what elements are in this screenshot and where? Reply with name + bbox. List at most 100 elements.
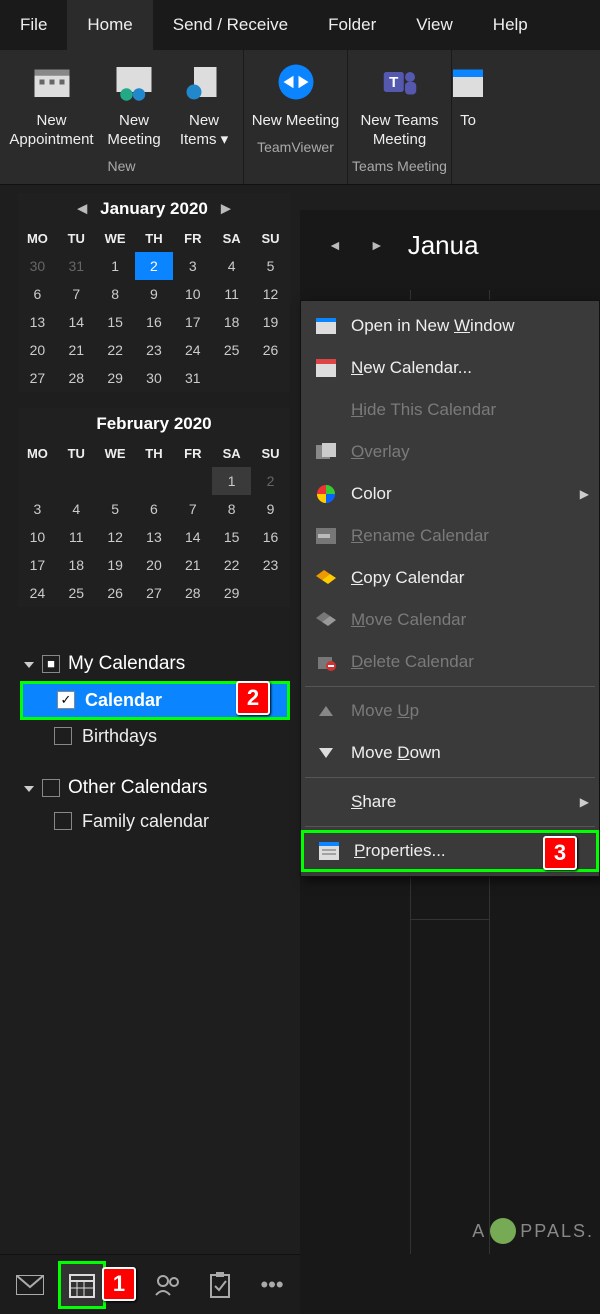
day-cell[interactable]: 13	[18, 308, 57, 336]
nav-more-button[interactable]: •••	[248, 1261, 296, 1309]
ctx-item-color[interactable]: Color▶	[301, 473, 599, 515]
day-cell[interactable]: 8	[212, 495, 251, 523]
tree-group-my-calendars[interactable]: ■ My Calendars	[20, 647, 290, 681]
day-cell[interactable]: 6	[18, 280, 57, 308]
day-cell[interactable]: 10	[173, 280, 212, 308]
day-cell[interactable]: 10	[18, 523, 57, 551]
day-cell[interactable]: 5	[251, 252, 290, 280]
day-cell[interactable]: 26	[96, 579, 135, 607]
tree-item-family-calendar[interactable]: Family calendar	[20, 805, 290, 838]
day-cell[interactable]: 25	[57, 579, 96, 607]
menu-home[interactable]: Home	[67, 0, 152, 50]
day-cell[interactable]: 24	[173, 336, 212, 364]
day-cell[interactable]: 16	[251, 523, 290, 551]
tree-group-other-calendars[interactable]: Other Calendars	[20, 771, 290, 805]
ctx-item-share[interactable]: Share▶	[301, 781, 599, 823]
day-cell[interactable]: 25	[212, 336, 251, 364]
day-cell[interactable]: 22	[96, 336, 135, 364]
tree-item-birthdays[interactable]: Birthdays	[20, 720, 290, 753]
nav-tasks-button[interactable]	[196, 1261, 244, 1309]
nav-calendar-button[interactable]	[58, 1261, 106, 1309]
day-cell[interactable]: 14	[57, 308, 96, 336]
day-cell[interactable]: 15	[96, 308, 135, 336]
ctx-item-move-down[interactable]: Move Down	[301, 732, 599, 774]
day-cell[interactable]	[173, 467, 212, 495]
day-cell[interactable]: 17	[18, 551, 57, 579]
day-cell[interactable]: 1	[96, 252, 135, 280]
day-cell[interactable]: 7	[57, 280, 96, 308]
day-cell[interactable]: 29	[96, 364, 135, 392]
ctx-item-new-calendar[interactable]: New Calendar...	[301, 347, 599, 389]
day-cell[interactable]: 2	[135, 252, 174, 280]
day-cell[interactable]: 12	[96, 523, 135, 551]
day-cell[interactable]	[57, 467, 96, 495]
day-cell[interactable]: 20	[18, 336, 57, 364]
day-cell[interactable]: 3	[173, 252, 212, 280]
checkbox[interactable]	[42, 779, 60, 797]
teamviewer-meeting-button[interactable]: New Meeting	[248, 54, 343, 135]
checkbox-checked[interactable]: ✓	[57, 691, 75, 709]
menu-help[interactable]: Help	[473, 0, 548, 50]
menu-view[interactable]: View	[396, 0, 473, 50]
day-cell[interactable]	[96, 467, 135, 495]
mini-calendar[interactable]: MOTUWETHFRSASU 1234567891011121314151617…	[18, 440, 290, 607]
day-cell[interactable]: 14	[173, 523, 212, 551]
day-cell[interactable]: 12	[251, 280, 290, 308]
day-cell[interactable]: 23	[251, 551, 290, 579]
menu-send-receive[interactable]: Send / Receive	[153, 0, 308, 50]
day-cell[interactable]: 31	[57, 252, 96, 280]
day-cell[interactable]: 9	[135, 280, 174, 308]
day-cell[interactable]: 27	[135, 579, 174, 607]
day-cell[interactable]: 7	[173, 495, 212, 523]
mini-calendar[interactable]: MOTUWETHFRSASU 3031123456789101112131415…	[18, 225, 290, 392]
day-cell[interactable]: 9	[251, 495, 290, 523]
new-items-button[interactable]: New Items ▾	[169, 54, 239, 154]
day-cell[interactable]: 17	[173, 308, 212, 336]
day-cell[interactable]: 28	[173, 579, 212, 607]
nav-people-button[interactable]	[144, 1261, 192, 1309]
day-cell[interactable]: 27	[18, 364, 57, 392]
day-view-button[interactable]: To	[452, 54, 484, 135]
day-cell[interactable]: 4	[57, 495, 96, 523]
day-cell[interactable]: 13	[135, 523, 174, 551]
next-month-icon[interactable]: ►	[216, 199, 236, 219]
day-cell[interactable]: 26	[251, 336, 290, 364]
day-cell[interactable]: 31	[173, 364, 212, 392]
day-cell[interactable]	[212, 364, 251, 392]
day-cell[interactable]: 21	[173, 551, 212, 579]
day-cell[interactable]: 19	[251, 308, 290, 336]
day-cell[interactable]: 11	[212, 280, 251, 308]
day-cell[interactable]: 28	[57, 364, 96, 392]
checkbox[interactable]: ■	[42, 655, 60, 673]
day-cell[interactable]: 1	[212, 467, 251, 495]
day-cell[interactable]: 8	[96, 280, 135, 308]
new-appointment-button[interactable]: New Appointment	[4, 54, 99, 154]
day-cell[interactable]: 5	[96, 495, 135, 523]
day-cell[interactable]: 18	[57, 551, 96, 579]
menu-file[interactable]: File	[0, 0, 67, 50]
new-meeting-button[interactable]: New Meeting	[99, 54, 169, 154]
day-cell[interactable]	[135, 467, 174, 495]
prev-range-icon[interactable]: ◄	[324, 237, 346, 253]
day-cell[interactable]: 22	[212, 551, 251, 579]
day-cell[interactable]: 18	[212, 308, 251, 336]
nav-mail-button[interactable]	[6, 1261, 54, 1309]
day-cell[interactable]: 30	[18, 252, 57, 280]
day-cell[interactable]: 6	[135, 495, 174, 523]
day-cell[interactable]: 19	[96, 551, 135, 579]
day-cell[interactable]: 21	[57, 336, 96, 364]
ctx-item-open-in-new-window[interactable]: Open in New Window	[301, 305, 599, 347]
menu-folder[interactable]: Folder	[308, 0, 396, 50]
day-cell[interactable]: 20	[135, 551, 174, 579]
day-cell[interactable]	[18, 467, 57, 495]
day-cell[interactable]: 24	[18, 579, 57, 607]
day-cell[interactable]: 11	[57, 523, 96, 551]
day-cell[interactable]: 23	[135, 336, 174, 364]
prev-month-icon[interactable]: ◄	[72, 199, 92, 219]
day-cell[interactable]: 4	[212, 252, 251, 280]
day-cell[interactable]: 2	[251, 467, 290, 495]
day-cell[interactable]	[251, 579, 290, 607]
ctx-item-copy-calendar[interactable]: Copy Calendar	[301, 557, 599, 599]
day-cell[interactable]: 15	[212, 523, 251, 551]
next-range-icon[interactable]: ►	[366, 237, 388, 253]
